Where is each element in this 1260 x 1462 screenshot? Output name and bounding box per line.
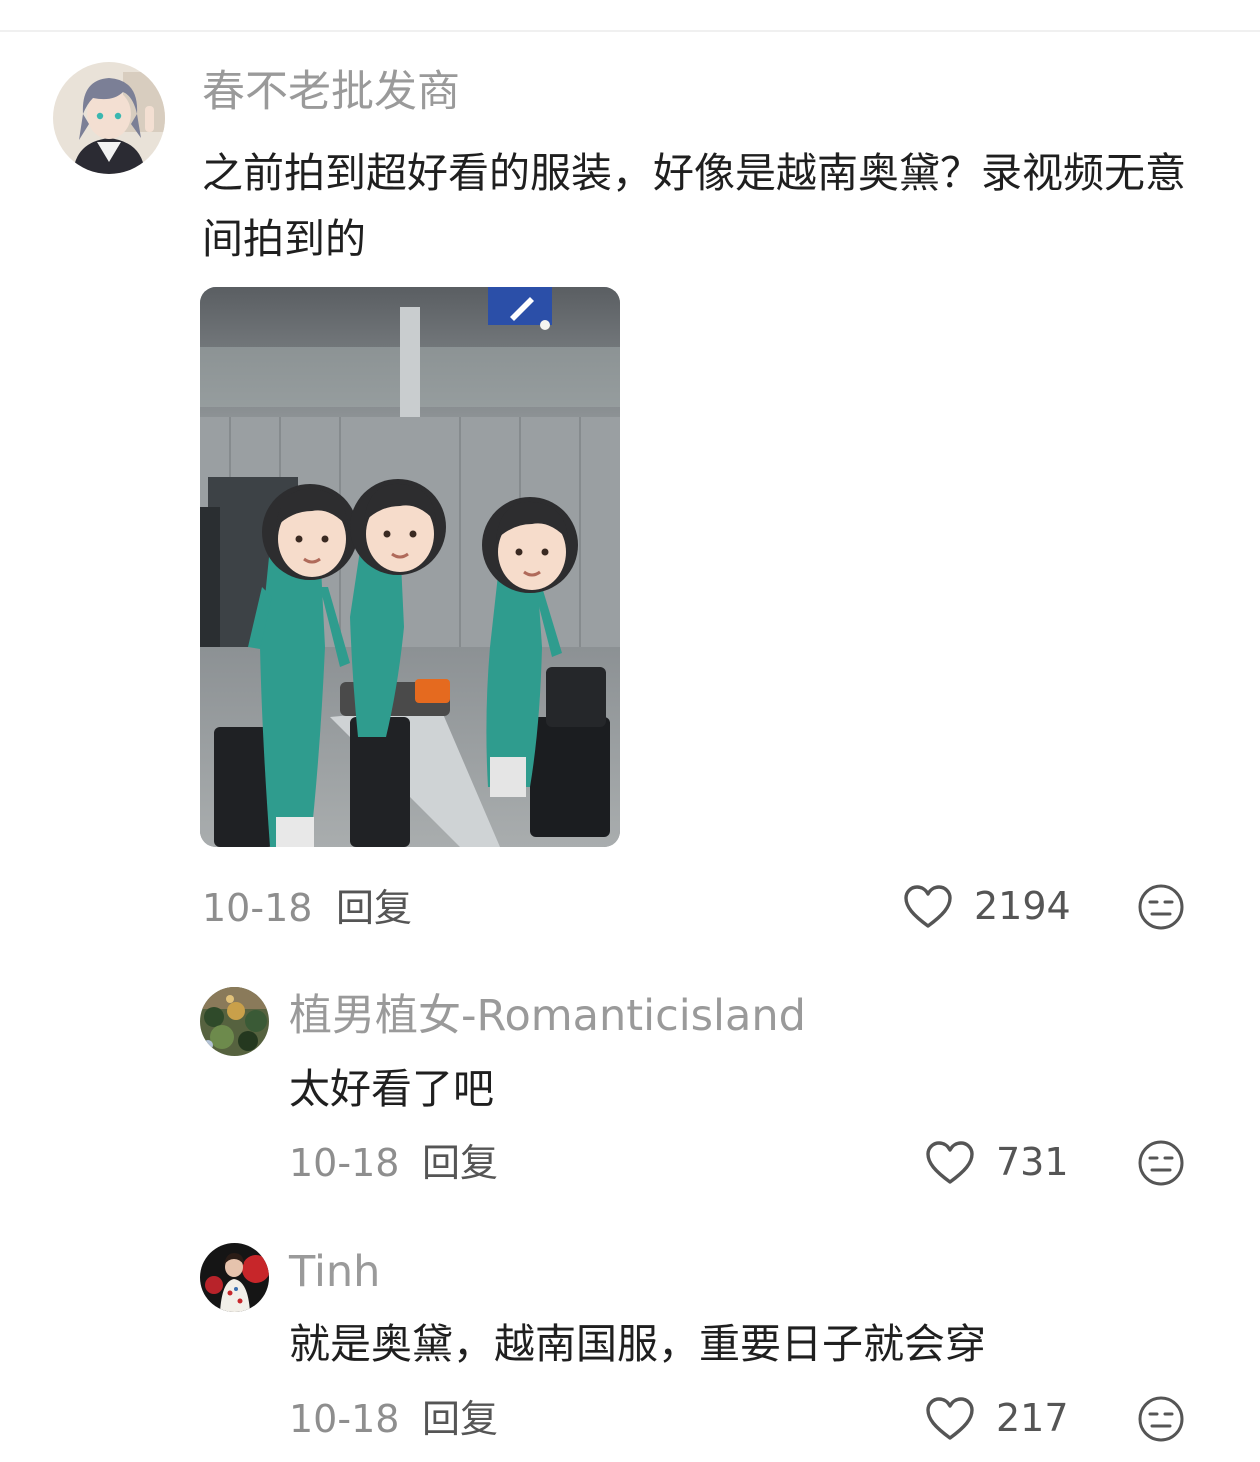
user-avatar[interactable] bbox=[200, 1243, 269, 1312]
comment-text: 就是奥黛，越南国服，重要日子就会穿 bbox=[289, 1320, 986, 1368]
comment-date: 10-18 bbox=[289, 1397, 400, 1441]
like-count: 217 bbox=[996, 1396, 1069, 1440]
comment-item-3: Tinh 就是奥黛，越南国服，重要日子就会穿 10-18 回复 217 bbox=[0, 0, 1260, 1462]
reply-button[interactable]: 回复 bbox=[422, 1396, 498, 1442]
comment-username[interactable]: Tinh bbox=[289, 1246, 380, 1298]
neutral-face-icon[interactable] bbox=[1137, 1395, 1185, 1443]
heart-outline-icon[interactable] bbox=[925, 1396, 975, 1442]
